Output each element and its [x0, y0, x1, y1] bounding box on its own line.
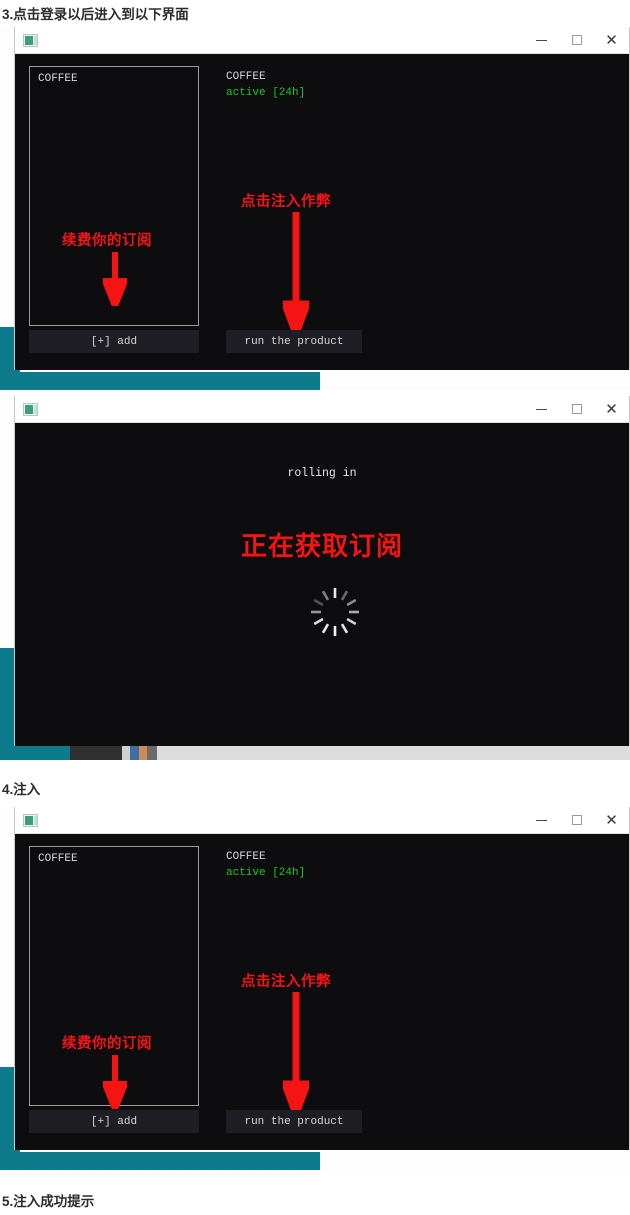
annotation-inject-label-2: 点击注入作弊: [241, 974, 331, 990]
document-page: 3.点击登录以后进入到以下界面 ✕ COFFEE COFFEE active […: [0, 0, 630, 1215]
desktop-backdrop-topstrip-2: [0, 396, 14, 648]
app-window-main-second: ✕ COFFEE COFFEE active [24h] 点击注入作弊 续费你的…: [14, 807, 630, 1150]
taskbar-light-segment-a: [122, 746, 130, 760]
screenshot-app-main-first: ✕ COFFEE COFFEE active [24h] 点击注入作弊 续费你的…: [0, 27, 630, 390]
step-heading-5: 5.注入成功提示: [2, 1194, 95, 1209]
loading-header-label: rolling in: [287, 467, 357, 480]
run-the-product-button[interactable]: run the product: [226, 330, 362, 353]
annotation-renew-label-2: 续费你的订阅: [62, 1036, 152, 1052]
annotation-renew-arrow-2: [103, 1055, 127, 1109]
annotation-renew-label: 续费你的订阅: [62, 233, 152, 249]
screenshot-loading: ✕ rolling in 正在获取订阅: [0, 396, 630, 760]
close-icon[interactable]: ✕: [594, 396, 629, 423]
desktop-backdrop-topstrip-3: [0, 807, 14, 1067]
minimize-icon[interactable]: [524, 807, 559, 834]
loading-message: 正在获取订阅: [240, 531, 403, 561]
desktop-backdrop-right: [320, 367, 630, 390]
close-icon[interactable]: ✕: [594, 27, 629, 54]
app-content-area-2: COFFEE COFFEE active [24h] 点击注入作弊 续费你的订阅…: [15, 834, 629, 1150]
maximize-icon[interactable]: [559, 27, 594, 54]
app-window-main-first: ✕ COFFEE COFFEE active [24h] 点击注入作弊 续费你的…: [14, 27, 630, 370]
app-window-icon: [23, 402, 38, 416]
detail-status-badge-2: active [24h]: [226, 867, 306, 879]
window-controls-3: ✕: [524, 807, 629, 834]
loading-content-area: rolling in 正在获取订阅: [15, 423, 629, 746]
detail-title-2: COFFEE: [226, 851, 266, 863]
sidebar-item-coffee[interactable]: COFFEE: [30, 67, 198, 91]
taskbar-icon-orange: [139, 746, 147, 760]
taskbar-teal-segment: [0, 746, 70, 760]
minimize-icon[interactable]: [524, 27, 559, 54]
app-content-area: COFFEE COFFEE active [24h] 点击注入作弊 续费你的订阅…: [15, 54, 629, 370]
app-window-icon: [23, 813, 38, 827]
detail-title: COFFEE: [226, 71, 266, 83]
taskbar-dark-segment: [70, 746, 122, 760]
maximize-icon[interactable]: [559, 807, 594, 834]
taskbar-icon-blue: [130, 746, 139, 760]
minimize-icon[interactable]: [524, 396, 559, 423]
detail-status-badge: active [24h]: [226, 87, 306, 99]
window-titlebar-3[interactable]: ✕: [15, 807, 629, 834]
run-the-product-button-2[interactable]: run the product: [226, 1110, 362, 1133]
desktop-taskbar-remnant: [0, 746, 630, 760]
window-titlebar[interactable]: ✕: [15, 27, 629, 54]
add-subscription-button-2[interactable]: [+] add: [29, 1110, 199, 1133]
window-titlebar-2[interactable]: ✕: [15, 396, 629, 423]
step-heading-4: 4.注入: [2, 782, 41, 797]
step-heading-3: 3.点击登录以后进入到以下界面: [2, 7, 189, 22]
desktop-backdrop-bottom-3: [0, 1152, 320, 1170]
sidebar-item-coffee[interactable]: COFFEE: [30, 847, 198, 871]
maximize-icon[interactable]: [559, 396, 594, 423]
annotation-renew-arrow: [103, 252, 127, 306]
close-icon[interactable]: ✕: [594, 807, 629, 834]
add-subscription-button[interactable]: [+] add: [29, 330, 199, 353]
desktop-backdrop-bottom: [0, 372, 320, 390]
annotation-inject-arrow-2: [283, 992, 309, 1114]
app-window-loading: ✕ rolling in 正在获取订阅: [14, 396, 630, 746]
taskbar-icon-grey: [147, 746, 157, 760]
window-controls: ✕: [524, 27, 629, 54]
annotation-inject-arrow: [283, 212, 309, 334]
loading-spinner-icon: [311, 588, 359, 636]
desktop-backdrop-right-3: [320, 1147, 630, 1170]
desktop-backdrop-topstrip: [0, 27, 14, 327]
annotation-inject-label: 点击注入作弊: [241, 194, 331, 210]
window-controls-2: ✕: [524, 396, 629, 423]
app-window-icon: [23, 33, 38, 47]
taskbar-light-segment-b: [157, 746, 630, 760]
screenshot-app-main-second: ✕ COFFEE COFFEE active [24h] 点击注入作弊 续费你的…: [0, 807, 630, 1170]
